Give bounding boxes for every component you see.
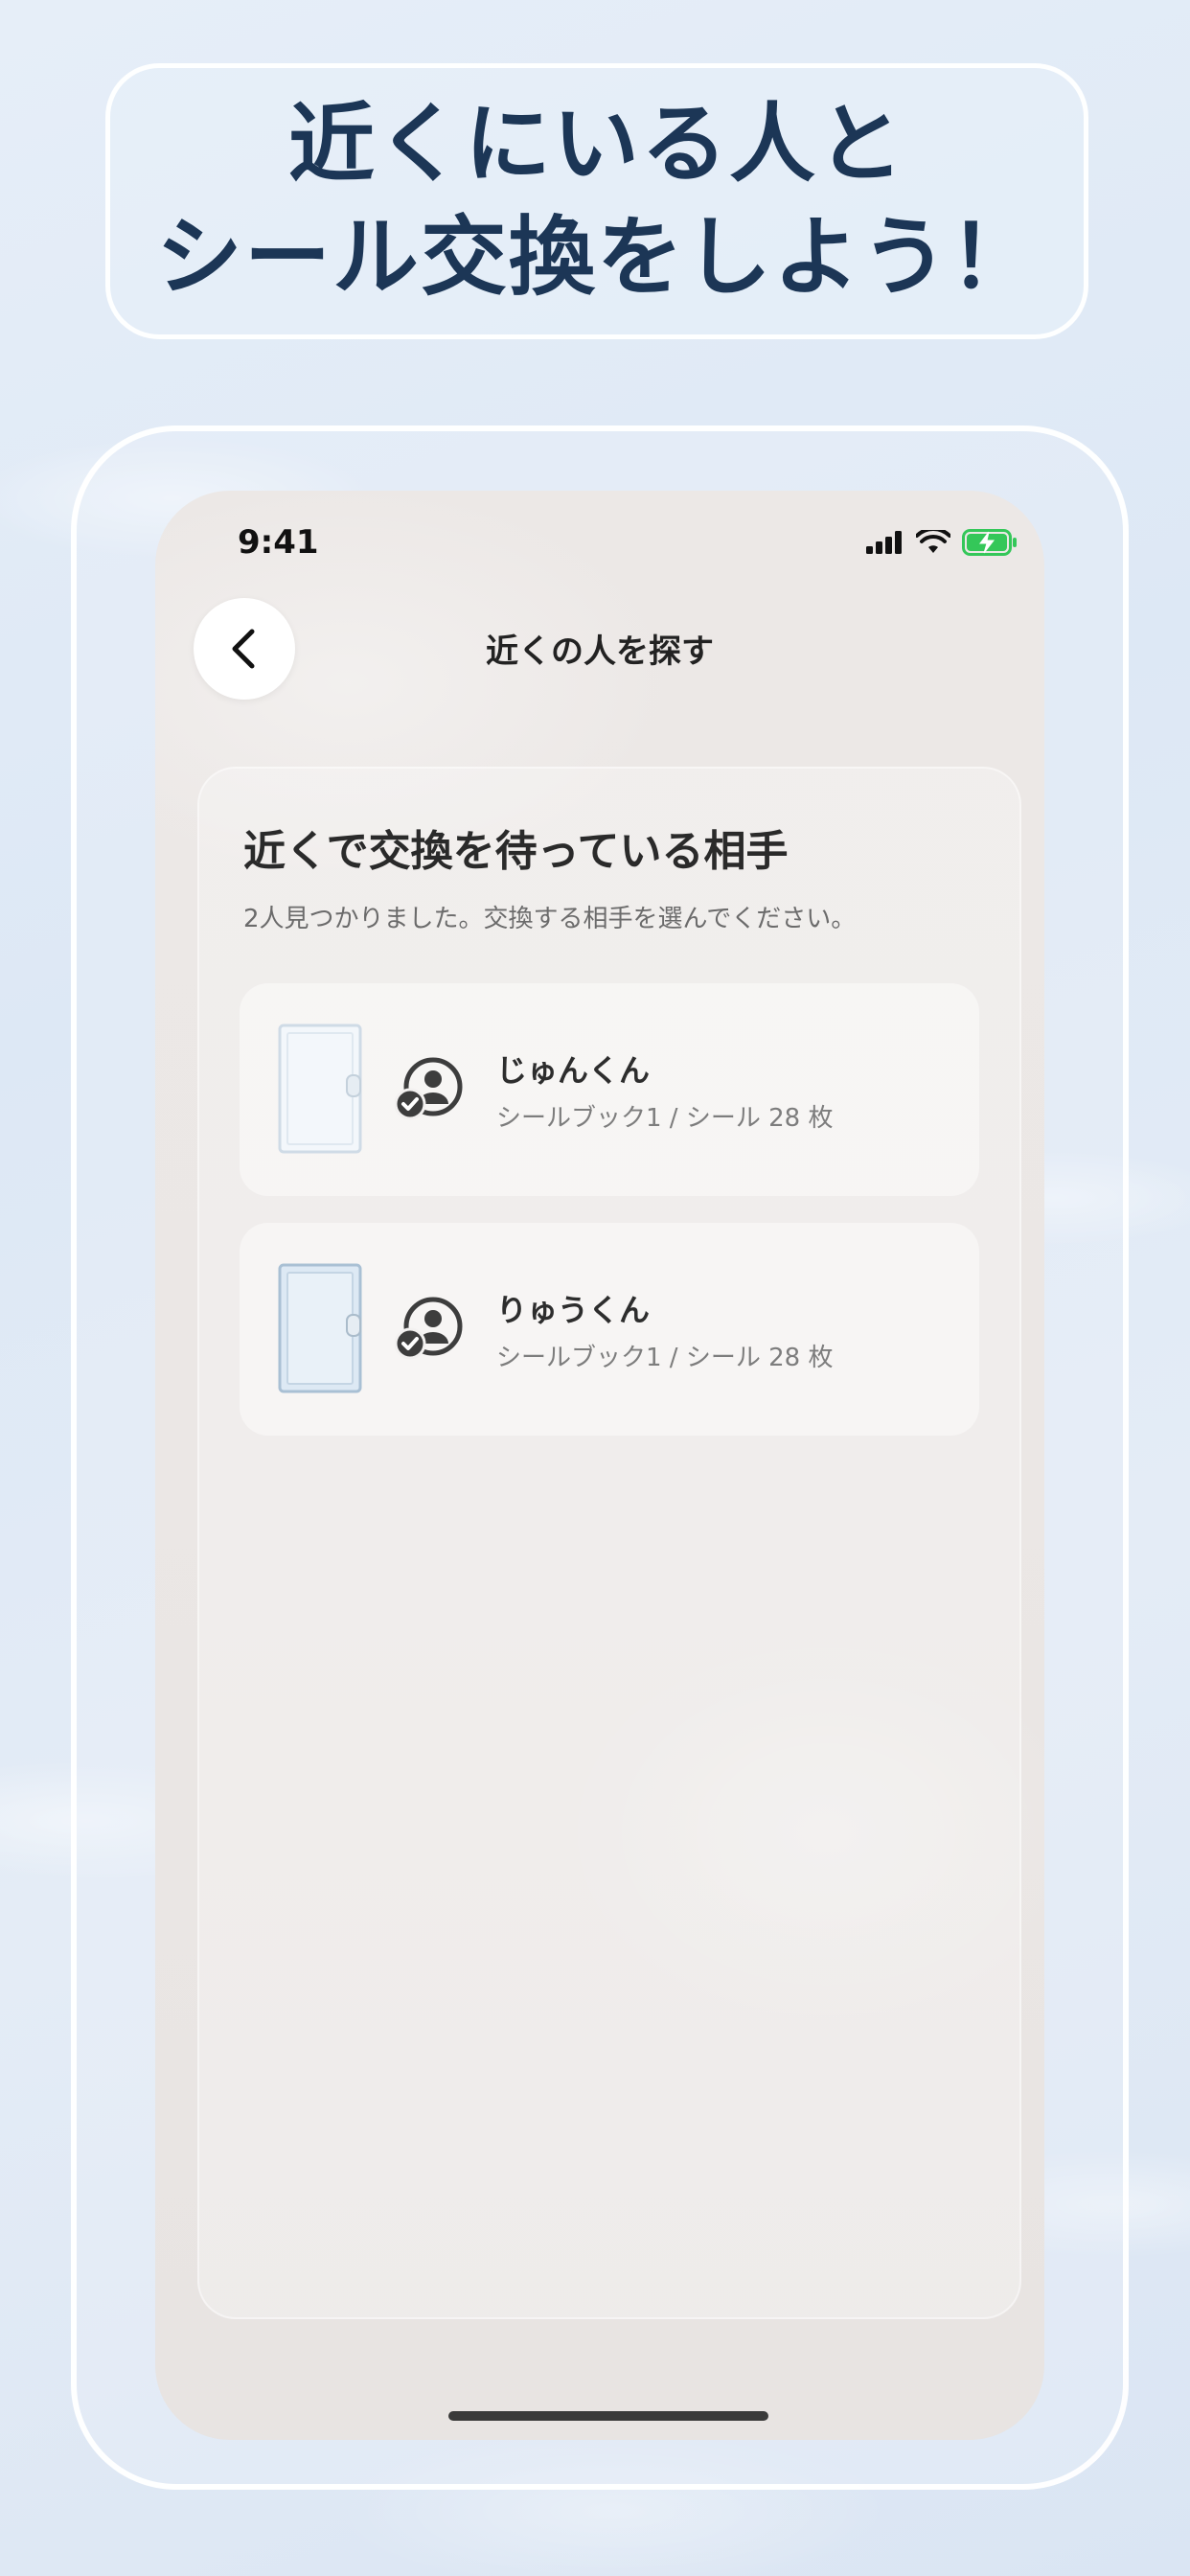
wifi-icon bbox=[916, 530, 950, 553]
verified-person-icon bbox=[395, 1057, 463, 1120]
headline-line-1: 近くにいる人と bbox=[288, 94, 905, 195]
user-meta: シールブック1 / シール 28 枚 bbox=[496, 1344, 834, 1372]
panel-subtitle: 2人見つかりました。交換する相手を選んでください。 bbox=[243, 905, 857, 933]
phone-screen: 9:41 近くの人を探す 近くで交換を待っている相手 2人見つかりました。交換す… bbox=[155, 491, 1044, 2440]
sticker-book-icon bbox=[278, 1263, 362, 1393]
signal-icon bbox=[866, 531, 902, 554]
home-indicator[interactable] bbox=[448, 2411, 768, 2421]
nearby-panel: 近くで交換を待っている相手 2人見つかりました。交換する相手を選んでください。 … bbox=[197, 767, 1021, 2319]
status-icons bbox=[866, 529, 1018, 556]
sticker-book-icon bbox=[278, 1024, 362, 1154]
verified-person-icon bbox=[395, 1297, 463, 1360]
headline-line-2: シール交換をしよう！ bbox=[156, 207, 1038, 308]
headline-banner: 近くにいる人と シール交換をしよう！ bbox=[105, 63, 1088, 339]
battery-charging-icon bbox=[962, 529, 1017, 556]
user-meta: シールブック1 / シール 28 枚 bbox=[496, 1104, 834, 1133]
user-name: りゅうくん bbox=[496, 1292, 651, 1328]
user-card-jun[interactable]: じゅんくん シールブック1 / シール 28 枚 bbox=[240, 983, 979, 1196]
panel-title: 近くで交換を待っている相手 bbox=[243, 827, 789, 876]
user-card-ryu[interactable]: りゅうくん シールブック1 / シール 28 枚 bbox=[240, 1223, 979, 1436]
page-title: 近くの人を探す bbox=[486, 632, 714, 671]
user-name: じゅんくん bbox=[496, 1052, 651, 1089]
status-time: 9:41 bbox=[238, 523, 319, 562]
